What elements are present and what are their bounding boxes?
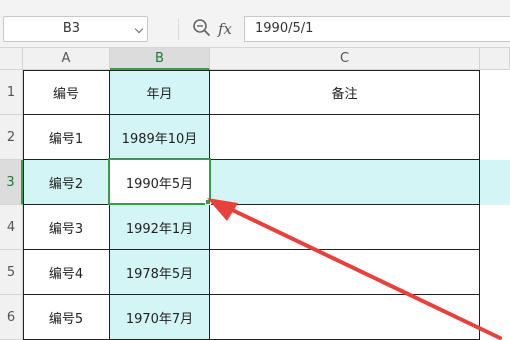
row-header-4[interactable]: 4 xyxy=(0,205,23,250)
cell-c6[interactable] xyxy=(210,295,480,340)
cell-b4[interactable]: 1992年1月 xyxy=(110,205,210,250)
row-header-2[interactable]: 2 xyxy=(0,115,23,160)
cell-b1[interactable]: 年月 xyxy=(110,70,210,115)
cell-b5[interactable]: 1978年5月 xyxy=(110,250,210,295)
cell-c3[interactable] xyxy=(210,160,480,205)
name-box[interactable]: B3 xyxy=(3,16,148,42)
column-header-b[interactable]: B xyxy=(110,48,210,70)
row-header-6[interactable]: 6 xyxy=(0,295,23,340)
cell-a3[interactable]: 编号2 xyxy=(23,160,110,205)
name-box-value: B3 xyxy=(62,21,81,36)
cell-b3[interactable]: 1990年5月 xyxy=(110,160,210,205)
column-header-a[interactable]: A xyxy=(23,48,110,70)
zoom-icon[interactable] xyxy=(192,18,212,38)
cell-b6[interactable]: 1970年7月 xyxy=(110,295,210,340)
cell-a6[interactable]: 编号5 xyxy=(23,295,110,340)
cell-c5[interactable] xyxy=(210,250,480,295)
column-header-c[interactable]: C xyxy=(210,48,480,70)
row-header-5[interactable]: 5 xyxy=(0,250,23,295)
divider xyxy=(178,18,179,40)
column-header-d[interactable] xyxy=(480,48,510,70)
cell-c1[interactable]: 备注 xyxy=(210,70,480,115)
formula-input[interactable]: 1990/5/1 xyxy=(244,16,510,42)
cell-a2[interactable]: 编号1 xyxy=(23,115,110,160)
fx-icon[interactable]: fx xyxy=(218,18,240,40)
fill-handle[interactable] xyxy=(205,199,211,205)
cell-a4[interactable]: 编号3 xyxy=(23,205,110,250)
cell-d3[interactable] xyxy=(480,160,510,205)
formula-bar: B3 fx 1990/5/1 xyxy=(0,0,510,48)
cell-c2[interactable] xyxy=(210,115,480,160)
row-header-3[interactable]: 3 xyxy=(0,160,23,205)
row-header-1[interactable]: 1 xyxy=(0,70,23,115)
cell-a5[interactable]: 编号4 xyxy=(23,250,110,295)
cell-a1[interactable]: 编号 xyxy=(23,70,110,115)
spreadsheet-grid: A B C 1 2 3 4 5 6 编号 年月 备注 编号1 1989年10月 … xyxy=(0,48,510,340)
formula-value: 1990/5/1 xyxy=(255,21,314,36)
cell-b2[interactable]: 1989年10月 xyxy=(110,115,210,160)
cell-c4[interactable] xyxy=(210,205,480,250)
select-all-corner[interactable] xyxy=(0,48,23,70)
